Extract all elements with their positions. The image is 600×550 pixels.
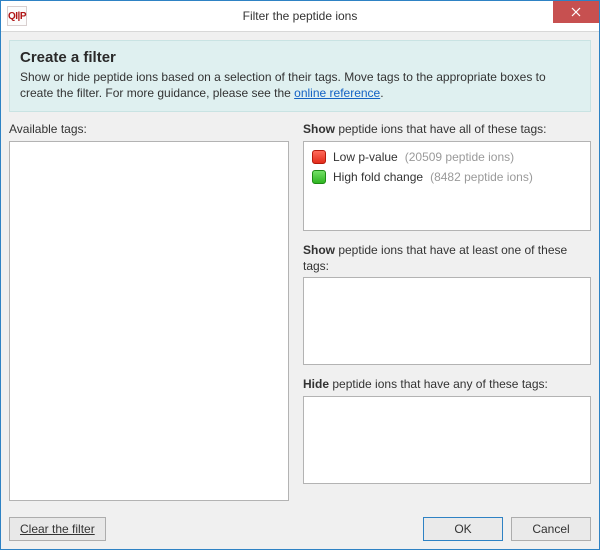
tag-count: (8482 peptide ions) (430, 170, 533, 184)
show-all-listbox[interactable]: Low p-value (20509 peptide ions) High fold… (303, 141, 591, 231)
show-any-prefix: Show (303, 243, 335, 257)
window-title: Filter the peptide ions (1, 9, 599, 23)
info-panel: Create a filter Show or hide peptide ion… (9, 40, 591, 112)
hide-prefix: Hide (303, 377, 329, 391)
available-tags-label: Available tags: (9, 122, 289, 138)
show-all-prefix: Show (303, 122, 335, 136)
dialog-footer: Clear the filter OK Cancel (1, 509, 599, 549)
title-bar: QI|P Filter the peptide ions (1, 1, 599, 32)
tag-name: Low p-value (333, 150, 398, 164)
info-text-before: Show or hide peptide ions based on a sel… (20, 70, 546, 100)
hide-rest: peptide ions that have any of these tags… (329, 377, 548, 391)
available-tags-listbox[interactable] (9, 141, 289, 501)
show-all-rest: peptide ions that have all of these tags… (335, 122, 546, 136)
hide-label: Hide peptide ions that have any of these… (303, 377, 591, 393)
hide-listbox[interactable] (303, 396, 591, 484)
dialog-window: QI|P Filter the peptide ions Create a fi… (0, 0, 600, 550)
close-icon (571, 7, 581, 17)
ok-button[interactable]: OK (423, 517, 503, 541)
show-all-label: Show peptide ions that have all of these… (303, 122, 591, 138)
columns: Available tags: Show peptide ions that h… (9, 122, 591, 501)
tag-row[interactable]: Low p-value (20509 peptide ions) (312, 148, 582, 168)
clear-filter-button[interactable]: Clear the filter (9, 517, 106, 541)
tag-swatch-icon (312, 170, 326, 184)
available-column: Available tags: (9, 122, 289, 501)
filter-column: Show peptide ions that have all of these… (303, 122, 591, 501)
info-text-after: . (380, 86, 383, 100)
dialog-content: Create a filter Show or hide peptide ion… (1, 32, 599, 509)
show-any-rest: peptide ions that have at least one of t… (303, 243, 567, 273)
online-reference-link[interactable]: online reference (294, 86, 380, 100)
tag-count: (20509 peptide ions) (405, 150, 514, 164)
tag-row[interactable]: High fold change (8482 peptide ions) (312, 168, 582, 188)
cancel-button[interactable]: Cancel (511, 517, 591, 541)
info-body: Show or hide peptide ions based on a sel… (20, 69, 580, 101)
tag-swatch-icon (312, 150, 326, 164)
tag-name: High fold change (333, 170, 423, 184)
info-heading: Create a filter (20, 49, 580, 66)
show-any-listbox[interactable] (303, 277, 591, 365)
app-icon: QI|P (7, 6, 27, 26)
show-any-label: Show peptide ions that have at least one… (303, 243, 591, 274)
close-button[interactable] (553, 1, 599, 23)
